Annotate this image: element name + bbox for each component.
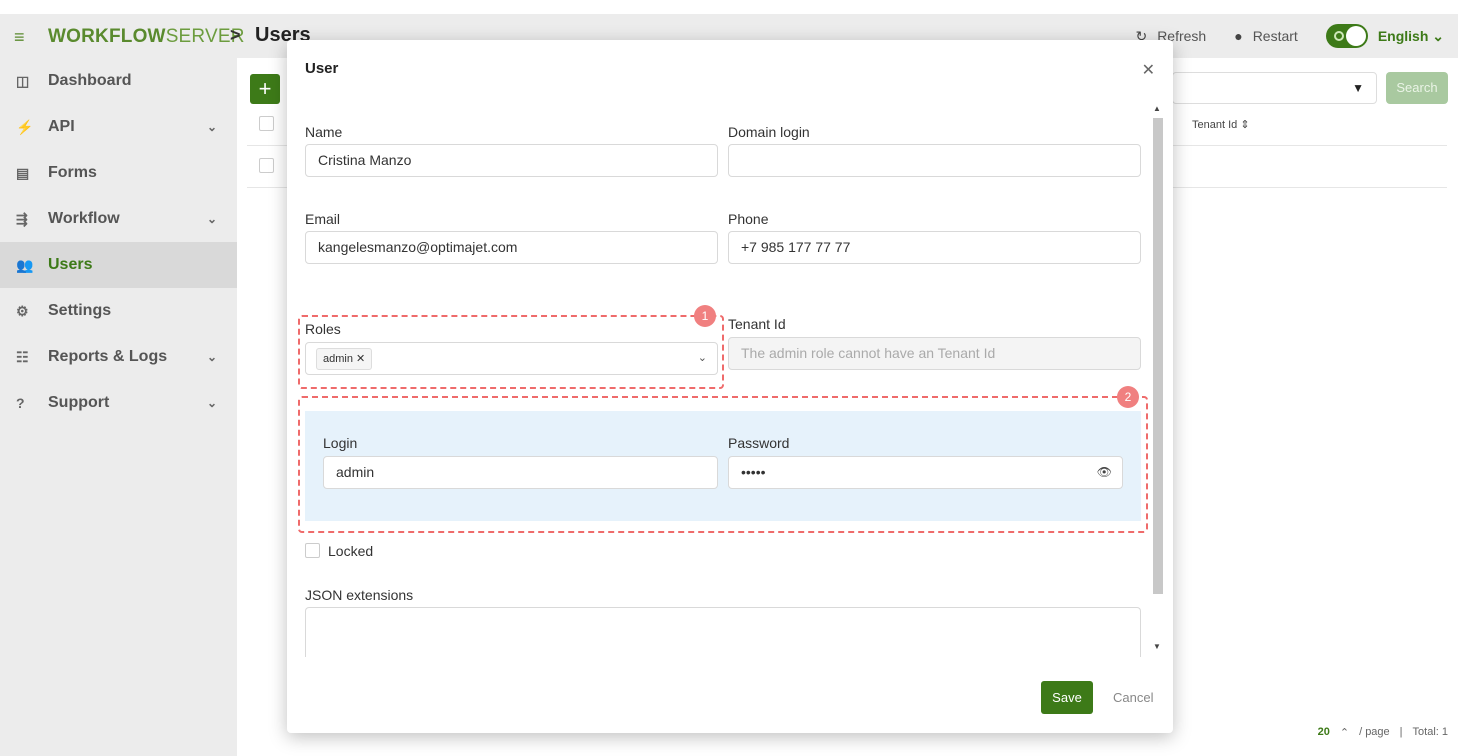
scroll-down-icon[interactable]: ▼ (1153, 642, 1161, 651)
email-label: Email (305, 211, 341, 227)
locked-checkbox[interactable] (305, 543, 320, 558)
app-logo[interactable]: WORKFLOWSERVER (48, 26, 245, 48)
sidebar-item-workflow[interactable]: ⇶ Workflow ⌄ (0, 196, 237, 242)
sidebar-item-label: Workflow (48, 210, 120, 227)
dialog-scrollbar[interactable]: ▲ ▼ (1152, 104, 1163, 654)
sidebar-item-label: Users (48, 256, 93, 273)
search-button[interactable]: Search (1386, 72, 1448, 104)
cancel-button[interactable]: Cancel (1113, 690, 1153, 705)
report-icon: ☷ (16, 348, 29, 365)
annotation-badge-1: 1 (694, 305, 716, 327)
remove-tag-icon[interactable]: ✕ (356, 353, 365, 365)
scroll-up-icon[interactable]: ▲ (1153, 104, 1161, 113)
app-root: ≡ WORKFLOWSERVER > Users ↻ Refresh ● Res… (0, 0, 1458, 756)
login-label: Login (323, 435, 358, 451)
sidebar-item-forms[interactable]: ▤ Forms (0, 150, 237, 196)
tenant-field: The admin role cannot have an Tenant Id (728, 337, 1141, 370)
gear-icon: ⚙ (16, 302, 29, 319)
roles-label: Roles (305, 321, 341, 337)
locked-label[interactable]: Locked (328, 543, 373, 559)
chevron-down-icon: ⌄ (206, 212, 217, 226)
select-all-checkbox[interactable] (259, 116, 274, 131)
eye-icon[interactable]: 👁 (1097, 457, 1112, 488)
sidebar-item-api[interactable]: ⚡ API ⌄ (0, 104, 237, 150)
plug-icon: ⚡ (16, 118, 34, 135)
sort-icon: ⇕ (1240, 119, 1250, 131)
domain-login-field[interactable] (728, 144, 1141, 177)
sidebar-item-reports[interactable]: ☷ Reports & Logs ⌄ (0, 334, 237, 380)
toggle-knob (1345, 26, 1366, 46)
save-button[interactable]: Save (1041, 681, 1093, 714)
sidebar-item-users[interactable]: 👥 Users (0, 242, 237, 288)
sidebar-item-label: Forms (48, 164, 97, 181)
login-field[interactable]: admin (323, 456, 718, 489)
form-icon: ▤ (16, 164, 30, 181)
close-icon[interactable]: ✕ (1142, 60, 1155, 80)
name-label: Name (305, 124, 343, 140)
chevron-down-icon: ⌄ (206, 396, 217, 410)
chevron-down-icon: ⌄ (206, 350, 217, 364)
json-extensions-textarea[interactable] (305, 607, 1141, 657)
chevron-down-icon[interactable]: ⌄ (698, 343, 707, 374)
role-tag-label: admin (323, 353, 353, 365)
per-page-label: / page (1359, 726, 1390, 738)
users-icon: 👥 (16, 256, 34, 273)
toggle-dot-icon (1333, 31, 1344, 41)
add-user-button[interactable]: + (250, 74, 280, 104)
language-select[interactable]: English ⌄ (1378, 28, 1444, 45)
password-label: Password (728, 435, 790, 451)
tenant-label: Tenant Id (728, 316, 786, 332)
phone-label: Phone (728, 211, 769, 227)
sidebar-item-label: Settings (48, 302, 112, 319)
dashboard-icon: ◫ (16, 72, 30, 89)
total-count: Total: 1 (1412, 726, 1448, 738)
row-checkbox[interactable] (259, 158, 274, 173)
breadcrumb-separator: > (230, 25, 241, 45)
phone-field[interactable]: +7 985 177 77 77 (728, 231, 1141, 264)
divider: | (1399, 726, 1403, 738)
filter-input[interactable]: ▼ (1172, 72, 1377, 104)
help-icon: ? (16, 395, 25, 411)
sidebar: ◫ Dashboard ⚡ API ⌄ ▤ Forms ⇶ Workflow ⌄… (0, 58, 237, 756)
filter-icon[interactable]: ▼ (1352, 81, 1364, 95)
sidebar-item-settings[interactable]: ⚙ Settings (0, 288, 237, 334)
email-field[interactable]: kangelesmanzo@optimajet.com (305, 231, 718, 264)
sidebar-item-label: API (48, 118, 75, 135)
sidebar-item-label: Dashboard (48, 72, 132, 89)
top-actions: ↻ Refresh ● Restart English ⌄ (1135, 14, 1458, 58)
user-dialog: User ✕ ▲ ▼ Name Cristina Manzo Domain lo… (287, 40, 1173, 733)
annotation-badge-2: 2 (1117, 386, 1139, 408)
restart-icon: ● (1234, 28, 1243, 44)
chevron-down-icon: ⌄ (1432, 27, 1444, 44)
restart-button[interactable]: ● Restart (1234, 28, 1298, 44)
sidebar-item-label: Reports & Logs (48, 348, 168, 365)
logo-bold-text: WORKFLOW (48, 26, 166, 47)
sidebar-item-label: Support (48, 394, 110, 411)
json-extensions-label: JSON extensions (305, 587, 414, 603)
page-size-value[interactable]: 20 (1318, 726, 1330, 739)
workflow-icon: ⇶ (16, 210, 28, 227)
chevron-up-icon[interactable]: ⌃ (1340, 726, 1349, 739)
dialog-title: User (305, 60, 339, 77)
restart-label: Restart (1252, 28, 1298, 44)
roles-select[interactable]: admin ✕ ⌄ (305, 342, 718, 375)
menu-icon[interactable]: ≡ (14, 27, 25, 48)
domain-login-label: Domain login (728, 124, 810, 140)
chevron-down-icon: ⌄ (206, 120, 217, 134)
column-header-tenant[interactable]: Tenant Id ⇕ (1192, 118, 1250, 131)
role-tag-admin[interactable]: admin ✕ (316, 348, 373, 370)
theme-toggle[interactable] (1325, 24, 1368, 48)
scrollbar-thumb[interactable] (1153, 118, 1163, 594)
language-label: English (1377, 27, 1429, 44)
password-field[interactable]: ••••• 👁 (728, 456, 1123, 489)
name-field[interactable]: Cristina Manzo (305, 144, 718, 177)
column-header-label: Tenant Id (1192, 119, 1238, 131)
password-value: ••••• (741, 464, 766, 480)
pagination: 20 ⌃ / page | Total: 1 (1318, 726, 1448, 739)
sidebar-item-dashboard[interactable]: ◫ Dashboard (0, 58, 237, 104)
sidebar-item-support[interactable]: ? Support ⌄ (0, 380, 237, 426)
